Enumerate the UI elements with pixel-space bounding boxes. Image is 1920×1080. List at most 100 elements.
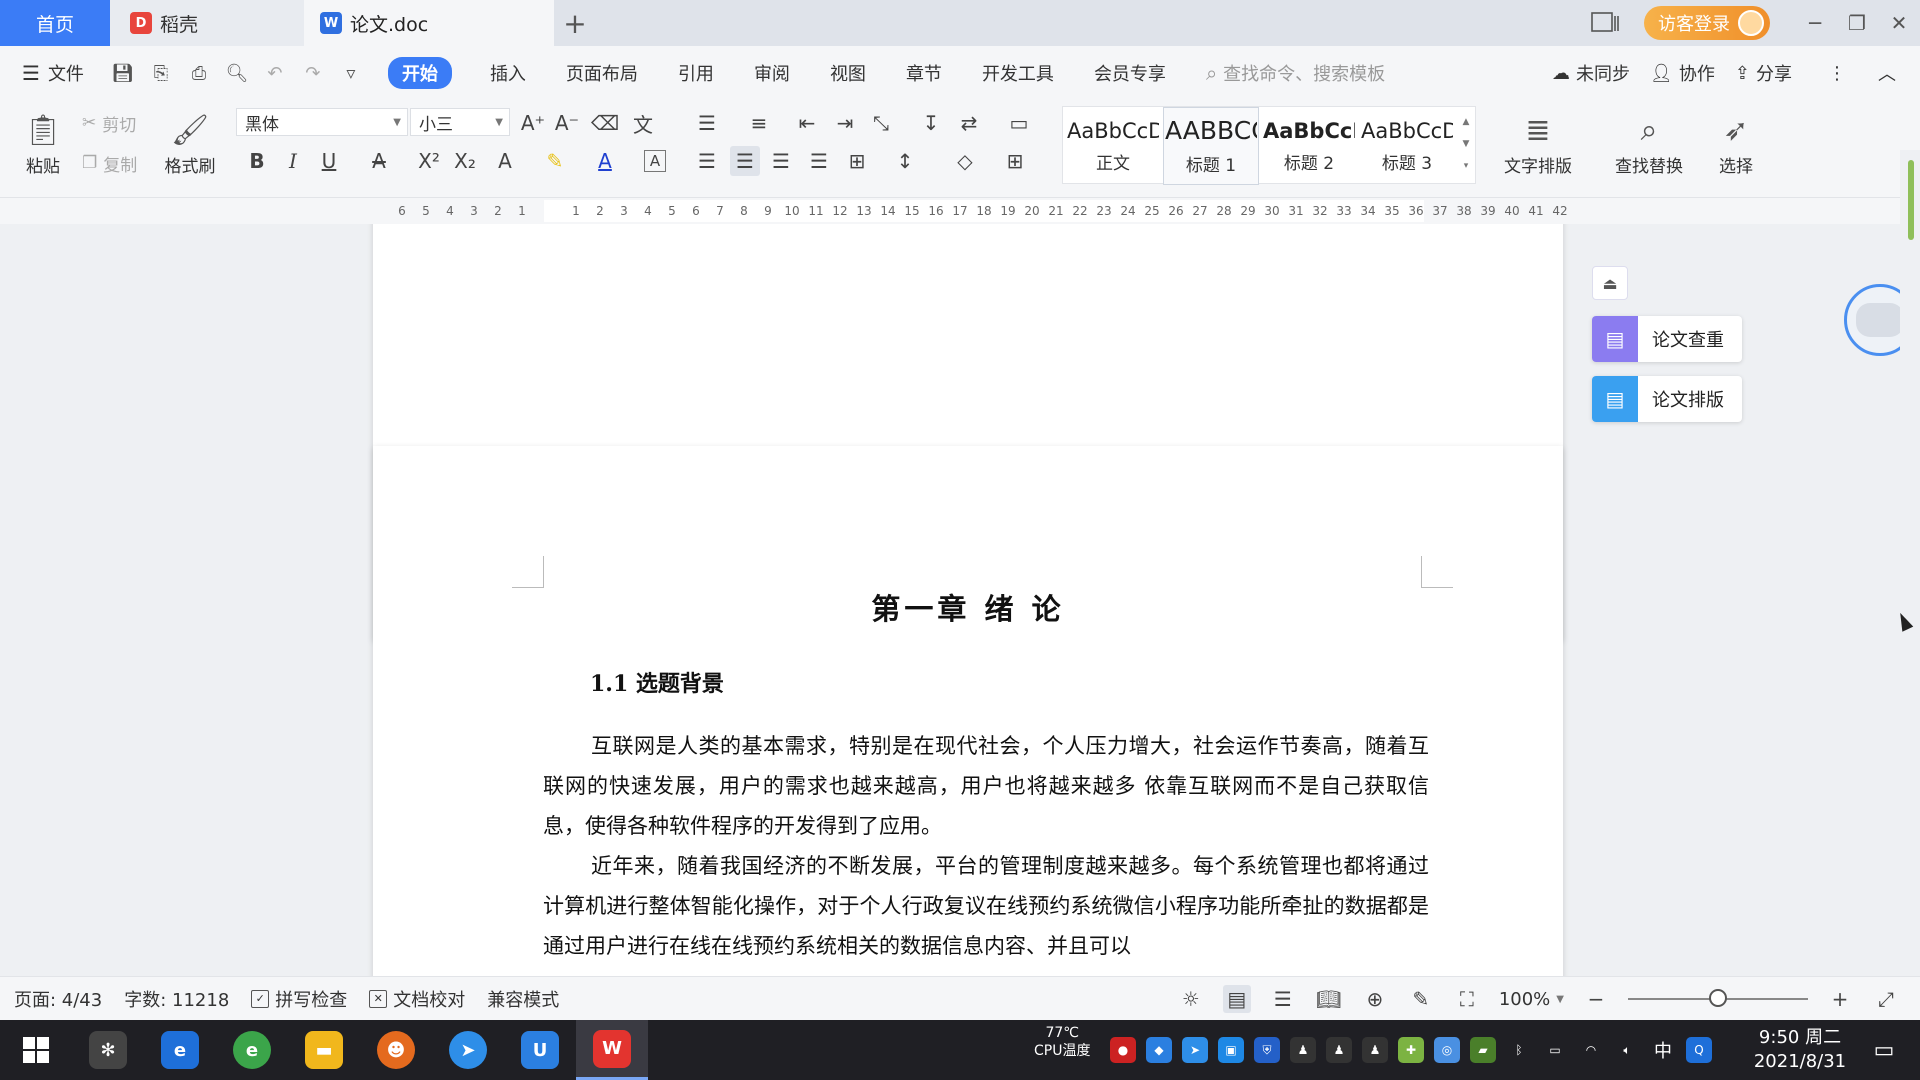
paper-check-button[interactable]: ▤ 论文查重 — [1592, 316, 1742, 362]
qq-icon[interactable]: ♟ — [1326, 1037, 1352, 1063]
cpu-temp[interactable]: 77℃ CPU温度 — [1034, 1024, 1090, 1060]
scrollbar-thumb[interactable] — [1908, 160, 1914, 240]
document-canvas[interactable]: IV 第一章 绪 论 1.1 选题背景 互联网是人类的基本需求，特别是在现代社会… — [0, 224, 1900, 976]
tab-home[interactable]: 首页 — [0, 0, 110, 46]
outline-view-icon[interactable]: ☰ — [1269, 985, 1297, 1013]
page-view-icon[interactable]: ▤ — [1222, 985, 1251, 1013]
char-border-icon[interactable]: A — [644, 150, 666, 172]
zoom-in-icon[interactable]: + — [1826, 985, 1854, 1013]
menu-insert[interactable]: 插入 — [470, 60, 546, 86]
visitor-login-button[interactable]: 访客登录 — [1644, 6, 1770, 40]
qq-icon[interactable]: ♟ — [1362, 1037, 1388, 1063]
zoom-slider[interactable] — [1628, 989, 1808, 1007]
zoom-slider-handle[interactable] — [1709, 989, 1727, 1007]
proofread-button[interactable]: ✕ 文档校对 — [369, 986, 465, 1012]
print-preview-icon[interactable]: 🔍︎ — [218, 54, 256, 92]
search-app-icon[interactable]: Q — [1686, 1037, 1712, 1063]
fit-page-icon[interactable]: ⛶ — [1453, 985, 1481, 1013]
print-icon[interactable]: ⎙ — [180, 54, 218, 92]
current-page[interactable]: 第一章 绪 论 1.1 选题背景 互联网是人类的基本需求，特别是在现代社会，个人… — [373, 446, 1563, 976]
bold-icon[interactable]: B — [242, 146, 272, 176]
nvidia-icon[interactable]: ▰ — [1470, 1037, 1496, 1063]
menu-references[interactable]: 引用 — [658, 60, 734, 86]
spell-check-button[interactable]: ✓ 拼写检查 — [251, 986, 347, 1012]
tab-document[interactable]: W 论文.doc — [304, 0, 554, 46]
zoom-select[interactable]: 100% ▼ — [1499, 989, 1564, 1010]
tray-app-icon[interactable]: ◎ — [1434, 1037, 1460, 1063]
decrease-indent-icon[interactable]: ⇤ — [792, 108, 822, 138]
tray-app-icon[interactable]: ● — [1110, 1037, 1136, 1063]
reading-layout-icon[interactable] — [1584, 0, 1626, 46]
align-center-icon[interactable]: ☰ — [730, 146, 760, 176]
grow-font-icon[interactable]: A⁺ — [518, 108, 548, 138]
copy-button[interactable]: ❐ 复制 — [82, 150, 137, 176]
battery-icon[interactable]: ▭ — [1542, 1037, 1568, 1063]
taskbar-app[interactable]: U — [504, 1020, 576, 1080]
show-marks-icon[interactable]: ⇄ — [954, 108, 984, 138]
menu-view[interactable]: 视图 — [810, 60, 886, 86]
text-direction-icon[interactable]: ⤡ — [866, 108, 896, 138]
italic-icon[interactable]: I — [278, 146, 308, 176]
menu-page-layout[interactable]: 页面布局 — [546, 60, 658, 86]
increase-indent-icon[interactable]: ⇥ — [830, 108, 860, 138]
word-count[interactable]: 字数: 11218 — [124, 986, 229, 1012]
ime-indicator[interactable]: 中 — [1650, 1037, 1676, 1063]
menu-start[interactable]: 开始 — [387, 57, 452, 89]
style-heading-3[interactable]: AaBbCcDd 标题 3 — [1359, 107, 1455, 185]
tray-app-icon[interactable]: ➤ — [1182, 1037, 1208, 1063]
highlight-icon[interactable]: ✎ — [540, 146, 570, 176]
text-layout-button[interactable]: ≣ 文字排版 — [1494, 106, 1582, 186]
find-replace-button[interactable]: ⌕ 查找替换 — [1604, 106, 1694, 186]
horizontal-ruler[interactable]: 6 5 4 3 2 1 1 2 3 4 5 6 7 8 9 10 11 12 13 14 15 16 17 18 19 20 21 2… — [0, 198, 1920, 224]
vertical-scrollbar[interactable] — [1900, 150, 1920, 1026]
underline-icon[interactable]: U — [314, 146, 344, 176]
taskbar-app[interactable]: e — [144, 1020, 216, 1080]
taskbar-app[interactable]: e — [216, 1020, 288, 1080]
zoom-out-icon[interactable]: − — [1582, 985, 1610, 1013]
restore-button[interactable]: ❐ — [1836, 0, 1878, 46]
menu-chapter[interactable]: 章节 — [886, 60, 962, 86]
phonetic-guide-icon[interactable]: 文 — [628, 108, 658, 138]
save-icon[interactable]: 💾︎ — [104, 54, 142, 92]
distribute-icon[interactable]: ⊞ — [842, 146, 872, 176]
bullet-list-icon[interactable]: ☰ — [692, 108, 722, 138]
web-view-icon[interactable]: ⊕ — [1361, 985, 1389, 1013]
menu-member[interactable]: 会员专享 — [1074, 60, 1186, 86]
sync-button[interactable]: ☁ 未同步 — [1552, 60, 1630, 86]
fullscreen-icon[interactable]: ⤢ — [1872, 985, 1900, 1013]
share-button[interactable]: ⇪ 分享 — [1735, 60, 1792, 86]
menu-review[interactable]: 审阅 — [734, 60, 810, 86]
menu-developer[interactable]: 开发工具 — [962, 60, 1074, 86]
font-size-select[interactable]: 小三 ▼ — [410, 108, 510, 136]
command-search-input[interactable]: ⌕ 查找命令、搜索模板 — [1206, 60, 1385, 86]
styles-scroll[interactable]: ▲ ▼ ▾ — [1459, 111, 1473, 177]
taskbar-app[interactable]: ✻ — [72, 1020, 144, 1080]
format-icon[interactable]: ⎘ — [142, 54, 180, 92]
sort-icon[interactable]: ↧ — [916, 108, 946, 138]
text-effect-icon[interactable]: A — [490, 146, 520, 176]
qq-icon[interactable]: ♟ — [1290, 1037, 1316, 1063]
volume-icon[interactable]: 🔈︎ — [1614, 1037, 1640, 1063]
minimize-button[interactable]: ─ — [1794, 0, 1836, 46]
borders-icon[interactable]: ⊞ — [1000, 146, 1030, 176]
superscript-icon[interactable]: X² — [414, 146, 444, 176]
shield-icon[interactable]: ⛨ — [1254, 1037, 1280, 1063]
redo-icon[interactable]: ↷ — [294, 54, 332, 92]
clock[interactable]: 9:50 周二 2021/8/31 — [1740, 1026, 1860, 1074]
style-heading-2[interactable]: AaBbCcD 标题 2 — [1261, 107, 1357, 185]
eye-protection-icon[interactable]: ☼ — [1177, 985, 1205, 1013]
paper-layout-button[interactable]: ▤ 论文排版 — [1592, 376, 1742, 422]
align-left-icon[interactable]: ☰ — [692, 146, 722, 176]
align-right-icon[interactable]: ☰ — [766, 146, 796, 176]
clear-format-icon[interactable]: ⌫ — [590, 108, 620, 138]
collaborate-button[interactable]: 👤︎ 协作 — [1650, 60, 1715, 86]
taskbar-app[interactable]: ➤ — [432, 1020, 504, 1080]
subscript-icon[interactable]: X₂ — [450, 146, 480, 176]
close-button[interactable]: ✕ — [1878, 0, 1920, 46]
select-button[interactable]: ➶ 选择 — [1706, 106, 1766, 186]
style-normal[interactable]: AaBbCcDd 正文 — [1065, 107, 1161, 185]
shrink-font-icon[interactable]: A⁻ — [552, 108, 582, 138]
more-options-icon[interactable]: ⋮ — [1828, 63, 1846, 84]
customize-toolbar-icon[interactable]: ▿ — [332, 54, 370, 92]
tray-app-icon[interactable]: ◆ — [1146, 1037, 1172, 1063]
